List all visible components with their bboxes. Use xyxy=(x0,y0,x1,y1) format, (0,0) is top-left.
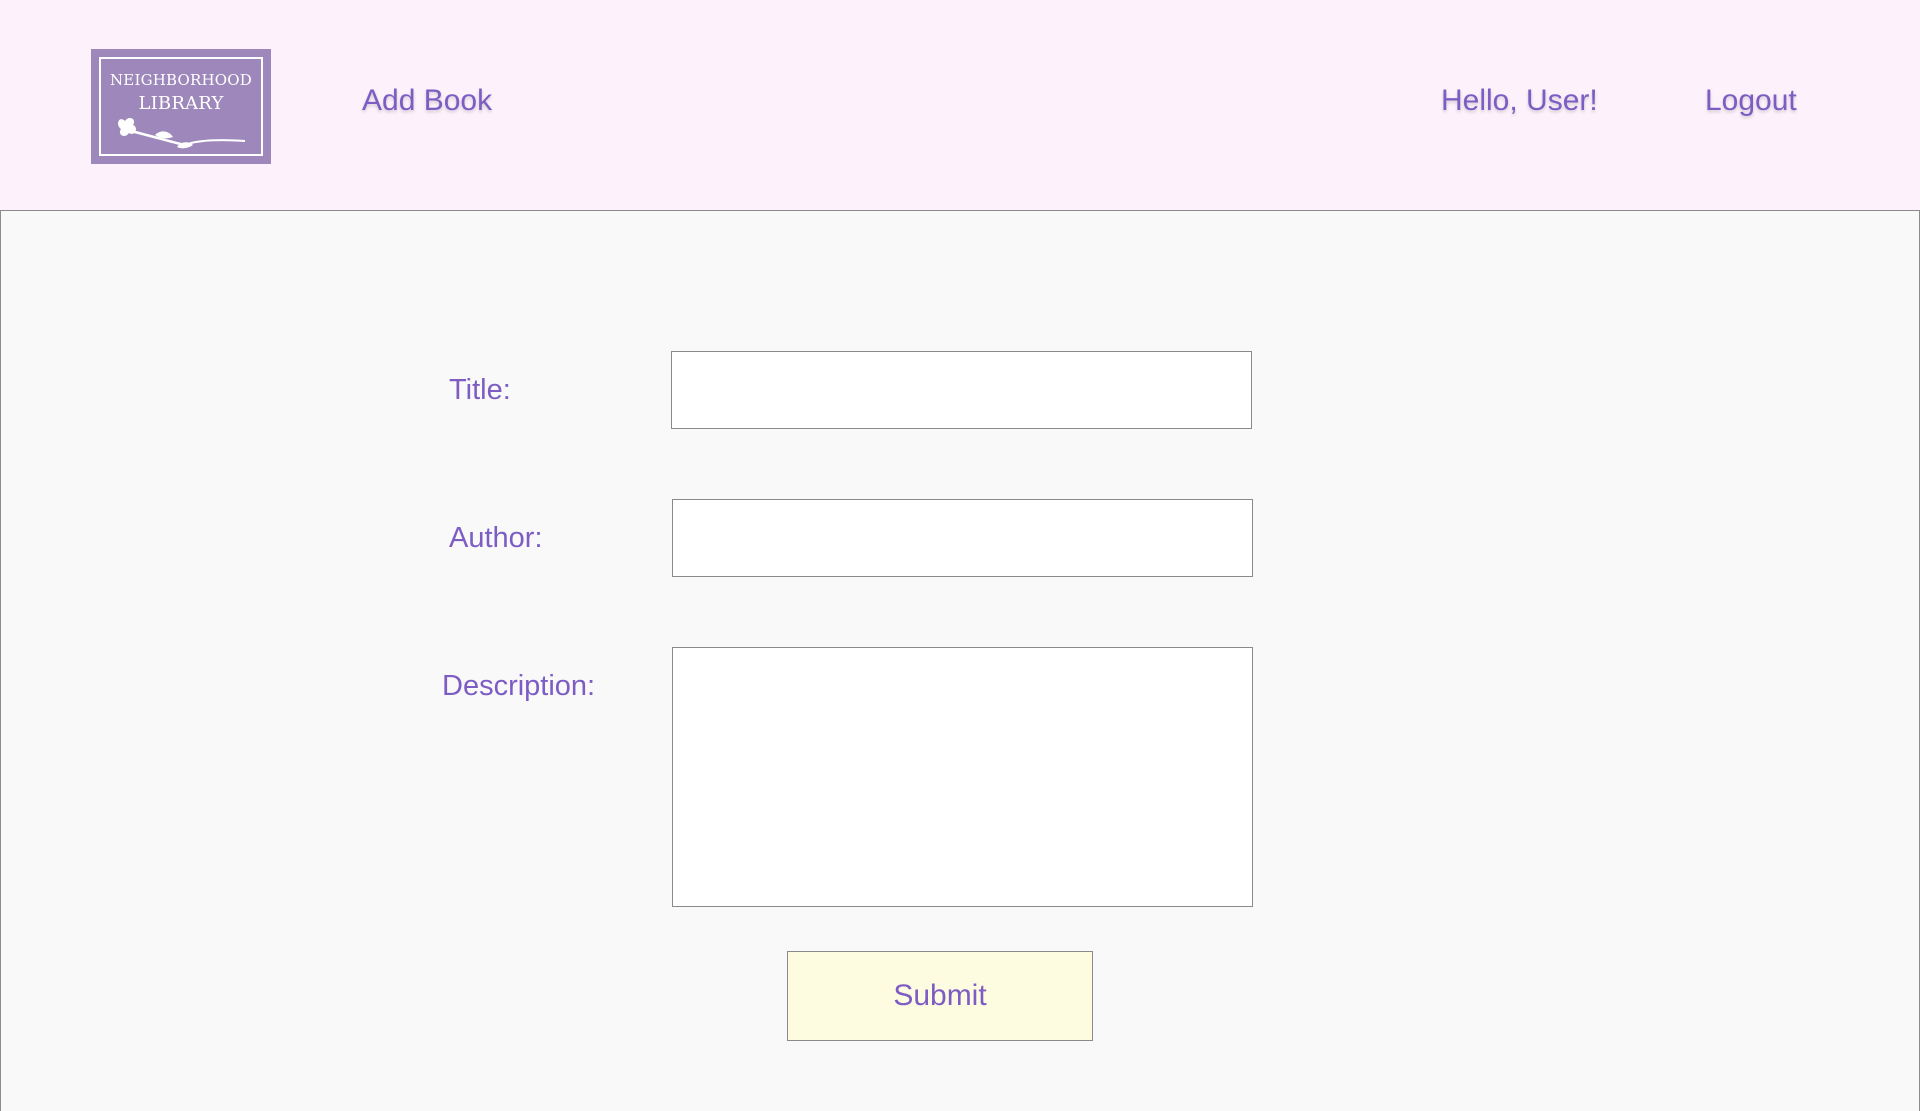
logo-text-line1: NEIGHBORHOOD xyxy=(109,71,253,89)
add-book-form-area: Title: Author: Description: Submit xyxy=(0,210,1920,1111)
title-input[interactable] xyxy=(671,351,1252,429)
flower-icon xyxy=(118,118,246,149)
user-greeting: Hello, User! xyxy=(1441,84,1598,117)
logo-frame: NEIGHBORHOOD LIBRARY xyxy=(99,57,263,156)
title-label: Title: xyxy=(449,374,511,406)
submit-button[interactable]: Submit xyxy=(787,951,1093,1041)
description-textarea[interactable] xyxy=(672,647,1253,907)
author-label: Author: xyxy=(449,522,543,554)
author-input[interactable] xyxy=(672,499,1253,577)
add-book-link[interactable]: Add Book xyxy=(362,84,492,118)
header-bar: NEIGHBORHOOD LIBRARY Add Book Hello, Use… xyxy=(0,0,1920,210)
library-logo[interactable]: NEIGHBORHOOD LIBRARY xyxy=(91,49,271,164)
description-label: Description: xyxy=(442,670,596,702)
logout-link[interactable]: Logout xyxy=(1705,84,1797,118)
